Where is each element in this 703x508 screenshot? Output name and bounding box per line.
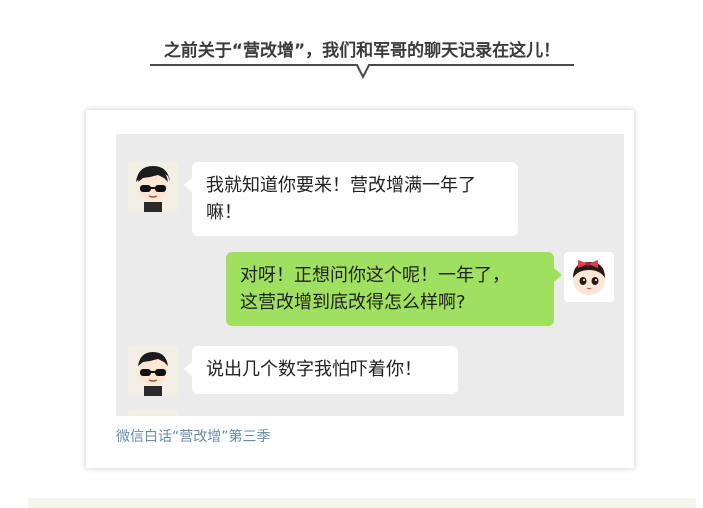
section-heading: 之前关于“营改增”，我们和军哥的聊天记录在这儿！ <box>163 41 561 61</box>
chat-bubble-outgoing: 对呀！正想问你这个呢！一年了， 这营改增到底改得怎么样啊? <box>226 252 554 326</box>
avatar-boy-sunglasses-icon <box>128 162 178 212</box>
avatar-boy-sunglasses-icon <box>128 410 178 416</box>
article-page: 之前关于“营改增”，我们和军哥的聊天记录在这儿！ 我就知道你要来！营改增满一年了… <box>0 0 703 508</box>
image-caption: 微信白话“营改增”第三季 <box>116 429 271 445</box>
chat-bubble-incoming: 说出几个数字我怕吓着你！ <box>192 346 458 394</box>
message-text-line: 说出几个数字我怕吓着你！ <box>206 359 422 380</box>
message-text-line: 这营改增到底改得怎么样啊? <box>240 292 466 313</box>
image-card: 我就知道你要来！营改增满一年了 嘛！ 对呀！正想问你这个呢！一年了， 这营改增到… <box>86 110 634 468</box>
heading-underline-notch <box>150 64 574 80</box>
message-text-line: 嘛！ <box>206 202 242 223</box>
avatar-girl-bow-icon <box>564 252 614 302</box>
bubble-tail <box>184 178 192 192</box>
message-text-line: 对呀！正想问你这个呢！一年了， <box>240 265 510 286</box>
bubble-tail <box>554 268 562 282</box>
message-text-line: 我就知道你要来！营改增满一年了 <box>206 175 476 196</box>
chat-screenshot: 我就知道你要来！营改增满一年了 嘛！ 对呀！正想问你这个呢！一年了， 这营改增到… <box>116 134 624 416</box>
chat-bubble-incoming: 我就知道你要来！营改增满一年了 嘛！ <box>192 162 518 236</box>
next-section-strip <box>28 498 696 508</box>
avatar-boy-sunglasses-icon <box>128 346 178 396</box>
bubble-tail <box>184 362 192 376</box>
